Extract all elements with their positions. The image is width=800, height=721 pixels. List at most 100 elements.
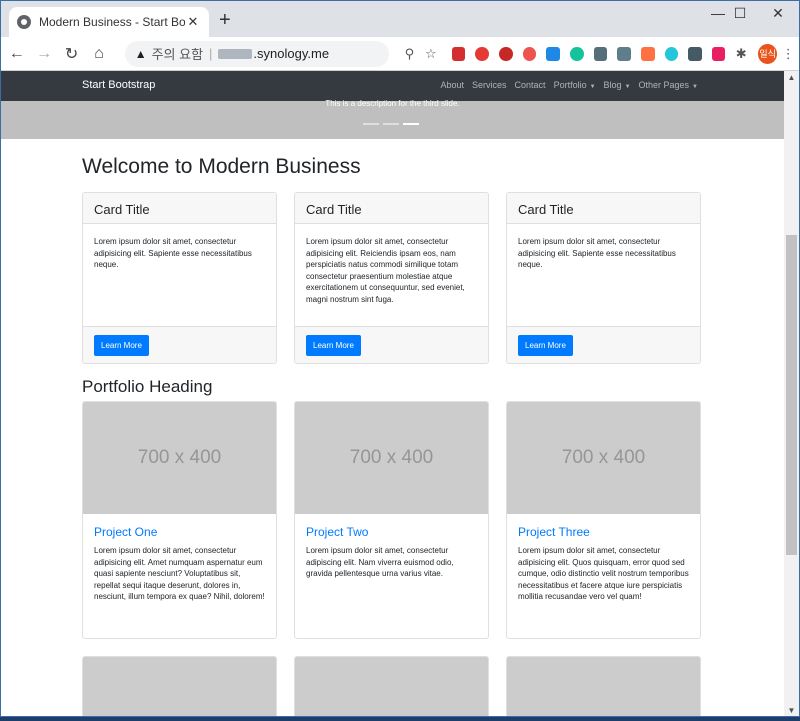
nav-link-portfolio[interactable]: Portfolio ▼: [554, 80, 596, 90]
project-image-placeholder[interactable]: 700 x 400: [83, 657, 276, 716]
carousel-indicators: [363, 123, 419, 125]
project-text: Lorem ipsum dolor sit amet, consectetur …: [306, 546, 454, 578]
browser-tab[interactable]: Modern Business - Start Bootstrap ✕: [9, 7, 209, 37]
navbar-links: About Services Contact Portfolio ▼ Blog ▼ …: [440, 80, 698, 90]
carousel-indicator[interactable]: [383, 123, 399, 125]
card-title: Card Title: [295, 193, 488, 224]
nav-link-blog[interactable]: Blog ▼: [604, 80, 631, 90]
project-image-placeholder[interactable]: 700 x 400: [295, 402, 488, 514]
learn-more-button[interactable]: Learn More: [94, 335, 149, 356]
extensions-puzzle-icon[interactable]: ✱: [730, 46, 751, 62]
globe-icon: [17, 15, 31, 29]
new-tab-button[interactable]: +: [219, 10, 231, 30]
extension-cyan-icon[interactable]: [664, 46, 679, 61]
nav-link-other-pages[interactable]: Other Pages ▼: [639, 80, 698, 90]
project-card: 700 x 400 Project Three Lorem ipsum dolo…: [506, 401, 701, 639]
placeholder-text: 700 x 400: [137, 447, 222, 468]
project-card: 700 x 400: [506, 656, 701, 716]
info-card: Card Title Lorem ipsum dolor sit amet, c…: [506, 192, 701, 364]
back-arrow-icon[interactable]: ←: [5, 45, 28, 63]
menu-kebab-icon[interactable]: ⋮: [777, 46, 798, 62]
extension-badge-icon[interactable]: [522, 46, 537, 61]
warning-icon: ▲: [134, 46, 147, 61]
address-domain: .synology.me: [253, 46, 330, 61]
bookmark-star-icon[interactable]: ☆: [420, 46, 441, 62]
forward-arrow-icon[interactable]: →: [32, 45, 55, 63]
learn-more-button[interactable]: Learn More: [518, 335, 573, 356]
close-window-button[interactable]: ✕: [763, 5, 793, 22]
project-card: 700 x 400: [82, 656, 277, 716]
card-footer: Learn More: [83, 326, 276, 363]
extension-gray-icon[interactable]: [593, 46, 608, 61]
nav-link-services[interactable]: Services: [472, 80, 507, 90]
navbar-brand[interactable]: Start Bootstrap: [82, 79, 155, 91]
portfolio-heading: Portfolio Heading: [82, 377, 213, 396]
scrollbar-thumb[interactable]: [786, 235, 797, 555]
browser-window: Modern Business - Start Bootstrap ✕ + — …: [0, 0, 800, 717]
project-image-placeholder[interactable]: 700 x 400: [507, 657, 700, 716]
project-body: Project One Lorem ipsum dolor sit amet, …: [83, 514, 276, 614]
page-scrollbar[interactable]: ▲ ▼: [784, 71, 799, 716]
card-title: Card Title: [507, 193, 700, 224]
project-image-placeholder[interactable]: 700 x 400: [83, 402, 276, 514]
nav-link-about[interactable]: About: [440, 80, 464, 90]
page-viewport: Start Bootstrap About Services Contact P…: [1, 71, 784, 716]
nav-link-contact[interactable]: Contact: [515, 80, 546, 90]
placeholder-text: 700 x 400: [561, 447, 646, 468]
extension-record-icon[interactable]: [451, 46, 466, 61]
project-text: Lorem ipsum dolor sit amet, consectetur …: [518, 546, 689, 601]
project-text: Lorem ipsum dolor sit amet, consectetur …: [94, 546, 265, 601]
carousel-caption: This is a description for the third slid…: [325, 99, 460, 108]
project-title-link[interactable]: Project One: [94, 525, 265, 539]
card-text: Lorem ipsum dolor sit amet, consectetur …: [94, 237, 252, 269]
caret-down-icon: ▼: [589, 84, 596, 90]
address-bar[interactable]: ▲ 주의 요함 | .synology.me: [124, 40, 389, 67]
project-title-link[interactable]: Project Three: [518, 525, 689, 539]
extension-orange-icon[interactable]: [640, 46, 655, 61]
extension-blue-icon[interactable]: [546, 46, 560, 61]
zoom-icon[interactable]: ⚲: [399, 46, 420, 62]
grammarly-icon[interactable]: [569, 46, 584, 61]
carousel-indicator-active[interactable]: [403, 123, 419, 125]
extension-pink-icon[interactable]: [711, 46, 726, 61]
profile-avatar[interactable]: 일식: [757, 43, 778, 64]
scroll-up-arrow-icon[interactable]: ▲: [784, 71, 799, 85]
project-body: Project Three Lorem ipsum dolor sit amet…: [507, 514, 700, 614]
project-image-placeholder[interactable]: 700 x 400: [507, 402, 700, 514]
reload-icon[interactable]: ↻: [60, 44, 83, 64]
tab-strip: Modern Business - Start Bootstrap ✕ + — …: [1, 1, 799, 37]
maximize-button[interactable]: ☐: [725, 5, 755, 22]
scroll-down-arrow-icon[interactable]: ▼: [784, 704, 799, 716]
project-card: 700 x 400 Project Two Lorem ipsum dolor …: [294, 401, 489, 639]
extension-dark-icon[interactable]: [688, 46, 702, 61]
browser-toolbar: ← → ↻ ⌂ ▲ 주의 요함 | .synology.me ⚲ ☆ ✱ 일식 …: [1, 37, 799, 71]
home-icon[interactable]: ⌂: [87, 45, 110, 63]
carousel-indicator[interactable]: [363, 123, 379, 125]
project-title-link[interactable]: Project Two: [306, 525, 477, 539]
project-body: Project Two Lorem ipsum dolor sit amet, …: [295, 514, 488, 591]
card-text: Lorem ipsum dolor sit amet, consectetur …: [306, 237, 465, 304]
info-card: Card Title Lorem ipsum dolor sit amet, c…: [294, 192, 489, 364]
caret-down-icon: ▼: [692, 84, 698, 90]
placeholder-text: 700 x 400: [349, 447, 434, 468]
adblock-plus-icon[interactable]: [498, 46, 513, 61]
card-footer: Learn More: [507, 326, 700, 363]
page-title: Welcome to Modern Business: [82, 155, 361, 178]
tab-title: Modern Business - Start Bootstrap: [39, 15, 185, 29]
redacted-hostname: [218, 48, 253, 59]
project-card: 700 x 400: [294, 656, 489, 716]
tab-close-button[interactable]: ✕: [185, 14, 201, 30]
hero-carousel: This is a description for the third slid…: [1, 99, 784, 139]
info-card: Card Title Lorem ipsum dolor sit amet, c…: [82, 192, 277, 364]
learn-more-button[interactable]: Learn More: [306, 335, 361, 356]
card-title: Card Title: [83, 193, 276, 224]
project-image-placeholder[interactable]: 700 x 400: [295, 657, 488, 716]
extension-slate-icon[interactable]: [617, 46, 631, 61]
card-footer: Learn More: [295, 326, 488, 363]
desktop-taskbar-edge: [0, 717, 800, 721]
caret-down-icon: ▼: [624, 84, 631, 90]
extension-stop-icon[interactable]: [475, 46, 489, 61]
project-card: 700 x 400 Project One Lorem ipsum dolor …: [82, 401, 277, 639]
security-warning-text: 주의 요함: [151, 47, 204, 62]
address-separator: |: [209, 46, 213, 61]
